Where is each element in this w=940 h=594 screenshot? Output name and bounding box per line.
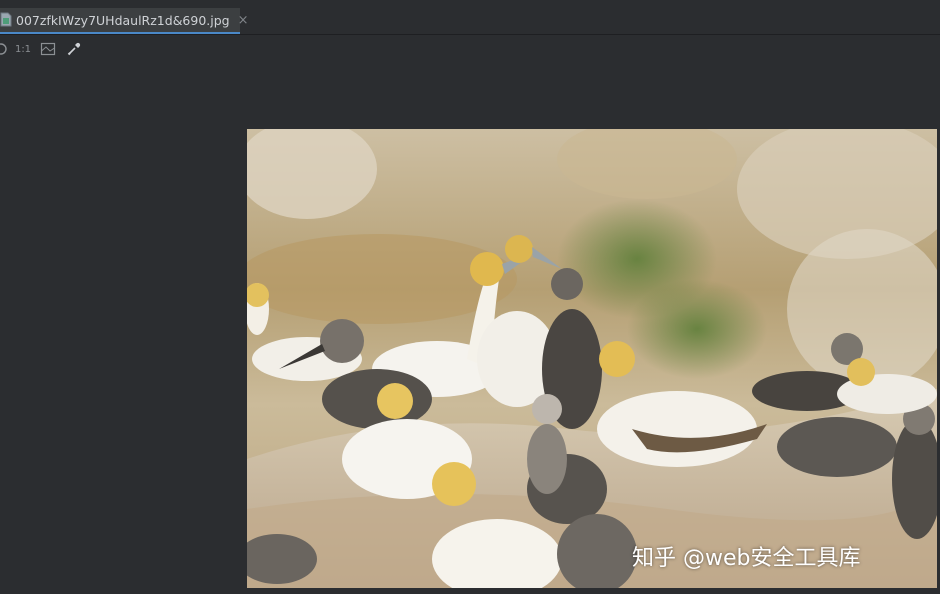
photo-canvas: [247, 129, 937, 588]
eyedropper-icon[interactable]: [66, 39, 82, 59]
window-top-strip: [0, 0, 940, 7]
zoom-to-fit-icon[interactable]: [0, 39, 8, 59]
actual-size-button[interactable]: 1:1: [14, 39, 32, 59]
image-file-tab[interactable]: 007zfkIWzy7UHdaulRz1d&690.jpg ×: [0, 8, 249, 34]
zhihu-watermark: 知乎 @web安全工具库: [632, 546, 861, 571]
image-file-icon: [0, 12, 12, 28]
tab-filename: 007zfkIWzy7UHdaulRz1d&690.jpg: [16, 12, 230, 28]
gannet-colony-photo: [247, 129, 937, 588]
close-tab-icon[interactable]: ×: [238, 13, 249, 28]
toggle-grid-icon[interactable]: [40, 39, 56, 59]
image-toolbar: 1:1: [0, 35, 940, 61]
editor-tab-bar: 007zfkIWzy7UHdaulRz1d&690.jpg ×: [0, 0, 940, 35]
